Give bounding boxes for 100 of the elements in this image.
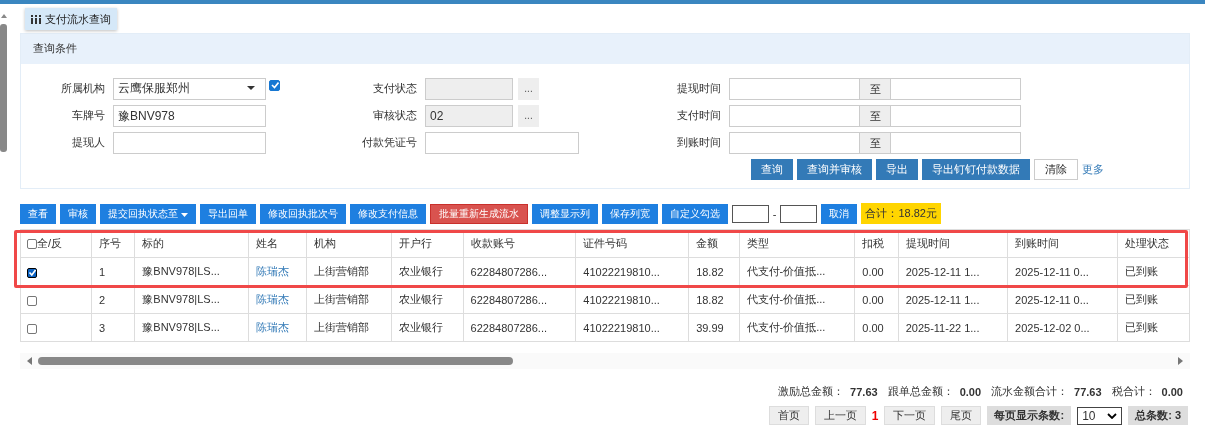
column-header: 收款账号 xyxy=(463,229,576,258)
column-header: 到账时间 xyxy=(1007,229,1118,258)
total-badge: 合计：18.82元 xyxy=(861,203,941,224)
table-cell: 3 xyxy=(99,321,106,334)
column-header: 开户行 xyxy=(391,229,464,258)
range-input[interactable] xyxy=(731,204,769,223)
chevron-icon xyxy=(1107,412,1118,419)
field-label: 所属机构 xyxy=(60,81,105,96)
table-cell: 上街营销部 xyxy=(313,265,369,277)
field-label: 到账时间 xyxy=(676,135,721,150)
row-checkbox[interactable] xyxy=(27,295,37,306)
table-cell: 18.82 xyxy=(696,293,724,306)
date-field[interactable] xyxy=(729,131,860,154)
column-header: 扣税 xyxy=(854,229,899,258)
input-field[interactable] xyxy=(113,131,266,154)
range-separator: 至 xyxy=(860,104,890,127)
range-dash: - xyxy=(772,207,777,220)
checkbox[interactable] xyxy=(269,79,280,91)
column-header: 类型 xyxy=(739,229,855,258)
input-field[interactable]: 02 xyxy=(425,104,513,127)
column-header: 证件号码 xyxy=(575,229,689,258)
date-field[interactable] xyxy=(890,104,1021,127)
table-cell: 2025-12-02 0... xyxy=(1015,321,1090,334)
query-button[interactable]: 查询并审核 xyxy=(797,159,872,180)
date-field[interactable] xyxy=(729,104,860,127)
tab[interactable]: 支付流水查询 xyxy=(25,8,117,30)
table-cell: 2025-12-11 0... xyxy=(1015,265,1089,278)
query-button[interactable]: 查询 xyxy=(751,159,793,180)
more-link[interactable]: 更多 xyxy=(1082,162,1104,177)
table-cell: 41022219810... xyxy=(583,265,660,278)
toolbar-button[interactable]: 修改支付信息 xyxy=(349,203,426,224)
browse-button[interactable]: ... xyxy=(518,104,539,127)
current-page: 1 xyxy=(871,408,879,423)
table-cell: 农业银行 xyxy=(399,265,444,277)
table-cell: 2025-12-11 1... xyxy=(905,293,980,306)
toolbar-button[interactable]: 自定义勾选 xyxy=(661,203,728,224)
caret-icon xyxy=(247,86,255,91)
range-separator: 至 xyxy=(860,77,890,100)
table-cell: 豫BNV978|LS... xyxy=(142,321,220,333)
table-cell: 39.99 xyxy=(696,321,724,334)
toolbar-button[interactable]: 修改回执批次号 xyxy=(259,203,346,224)
table-cell: 2025-12-11 0... xyxy=(1015,293,1089,306)
toolbar-button[interactable]: 调整显示列 xyxy=(531,203,598,224)
column-header: 序号 xyxy=(91,229,135,258)
input-field[interactable] xyxy=(425,77,513,100)
total-label: 流水金额合计： xyxy=(991,384,1069,399)
field-label: 审核状态 xyxy=(372,108,417,123)
table-cell: 62284807286... xyxy=(470,265,548,278)
table-cell: 上街营销部 xyxy=(313,293,369,305)
date-field[interactable] xyxy=(890,131,1021,154)
toolbar-button[interactable]: 取消 xyxy=(821,203,858,224)
table-cell: 代支付-价值抵... xyxy=(746,321,826,333)
table-cell: 已到账 xyxy=(1125,321,1159,333)
column-header: 姓名 xyxy=(248,229,307,258)
table-cell: 代支付-价值抵... xyxy=(746,265,826,277)
last-page-button[interactable]: 尾页 xyxy=(941,406,982,425)
toolbar-button[interactable]: 保存列宽 xyxy=(601,203,658,224)
date-field[interactable] xyxy=(729,77,860,100)
table-cell: 已到账 xyxy=(1125,265,1159,277)
date-field[interactable] xyxy=(890,77,1021,100)
regenerate-button[interactable]: 批量重新生成流水 xyxy=(429,203,528,224)
field-label: 支付状态 xyxy=(372,81,417,96)
clear-button[interactable]: 清除 xyxy=(1034,159,1078,180)
total-value: 0.00 xyxy=(959,385,982,398)
table-cell: 0.00 xyxy=(862,293,884,306)
browse-button[interactable]: ... xyxy=(518,77,539,100)
query-button[interactable]: 导出钉钉付款数据 xyxy=(922,159,1030,180)
table-cell: 0.00 xyxy=(862,321,884,334)
first-page-button[interactable]: 首页 xyxy=(768,406,809,425)
total-label: 税合计： xyxy=(1111,384,1156,399)
field-label: 提现人 xyxy=(71,135,105,150)
total-value: 77.63 xyxy=(1074,385,1102,398)
total-value: 77.63 xyxy=(850,385,878,398)
grid-icon xyxy=(31,14,41,24)
page-size-select[interactable]: 10 xyxy=(1077,406,1123,425)
range-input[interactable] xyxy=(780,204,818,223)
total-label: 跟单总金额： xyxy=(887,384,954,399)
row-checkbox[interactable] xyxy=(27,267,37,278)
input-field[interactable]: 豫BNV978 xyxy=(113,104,266,127)
table-cell: 18.82 xyxy=(696,265,724,278)
table-cell: 已到账 xyxy=(1125,293,1159,305)
input-field[interactable] xyxy=(425,131,579,154)
select-field[interactable]: 云鹰保服郑州 xyxy=(113,77,266,100)
toolbar-button[interactable]: 查看 xyxy=(20,203,56,224)
table-cell: 豫BNV978|LS... xyxy=(142,293,220,305)
toolbar-button[interactable]: 导出回单 xyxy=(199,203,256,224)
field-label: 付款凭证号 xyxy=(361,135,417,150)
table-cell: 41022219810... xyxy=(583,293,660,306)
total-value: 0.00 xyxy=(1161,385,1183,398)
prev-page-button[interactable]: 上一页 xyxy=(814,406,866,425)
page-size-label: 每页显示条数: xyxy=(987,406,1072,425)
total-count: 总条数: 3 xyxy=(1128,406,1188,425)
next-page-button[interactable]: 下一页 xyxy=(884,406,936,425)
table-cell: 2025-11-22 1... xyxy=(905,321,980,334)
toolbar-button[interactable]: 审核 xyxy=(60,203,96,224)
row-checkbox[interactable] xyxy=(27,323,37,334)
query-button[interactable]: 导出 xyxy=(876,159,918,180)
tab-label: 支付流水查询 xyxy=(45,11,111,27)
dropdown-button[interactable]: 提交回执状态至 xyxy=(100,203,196,224)
field-label: 车牌号 xyxy=(71,108,105,123)
